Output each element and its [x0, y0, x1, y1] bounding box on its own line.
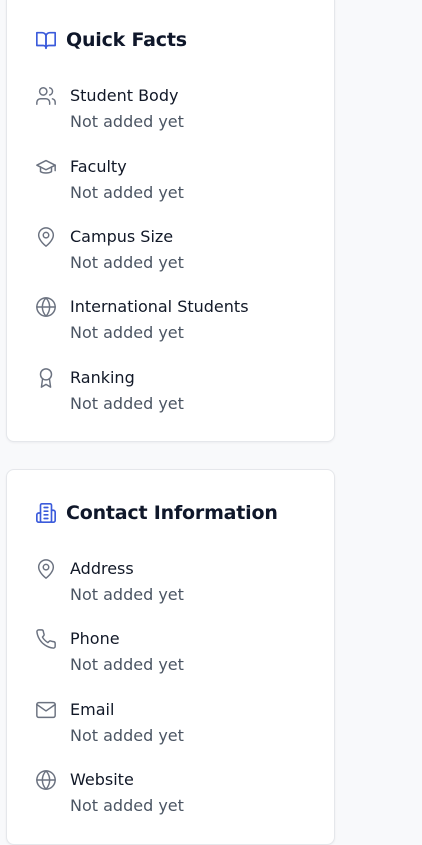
contact-label: Phone — [70, 629, 120, 648]
contact-information-title: Contact Information — [66, 502, 278, 524]
contact-label: Website — [70, 770, 134, 789]
quick-facts-card: Quick Facts Student Body Not added yet F… — [6, 0, 335, 442]
contact-information-header: Contact Information — [35, 498, 278, 528]
map-pin-icon — [35, 558, 57, 580]
contact-email: Email Not added yet — [35, 699, 325, 749]
fact-label: Ranking — [70, 368, 135, 387]
award-icon — [35, 367, 57, 389]
contact-phone: Phone Not added yet — [35, 628, 325, 678]
fact-label: Campus Size — [70, 227, 174, 246]
fact-label: International Students — [70, 297, 249, 316]
contact-value: Not added yet — [70, 655, 184, 674]
map-pin-icon — [35, 226, 57, 248]
fact-value: Not added yet — [70, 183, 184, 202]
fact-label: Student Body — [70, 86, 179, 105]
contact-label: Address — [70, 559, 134, 578]
fact-value: Not added yet — [70, 253, 184, 272]
contact-value: Not added yet — [70, 585, 184, 604]
phone-icon — [35, 628, 57, 650]
quick-facts-title: Quick Facts — [66, 29, 187, 51]
users-icon — [35, 85, 57, 107]
fact-student-body: Student Body Not added yet — [35, 85, 325, 135]
contact-address: Address Not added yet — [35, 558, 325, 608]
contact-information-card: Contact Information Address Not added ye… — [6, 469, 335, 845]
book-open-icon — [35, 29, 57, 51]
contact-label: Email — [70, 700, 115, 719]
fact-campus-size: Campus Size Not added yet — [35, 226, 325, 276]
fact-value: Not added yet — [70, 112, 184, 131]
contact-website: Website Not added yet — [35, 769, 325, 819]
fact-value: Not added yet — [70, 394, 184, 413]
contact-value: Not added yet — [70, 796, 184, 815]
fact-faculty: Faculty Not added yet — [35, 156, 325, 206]
fact-value: Not added yet — [70, 323, 184, 342]
graduation-cap-icon — [35, 156, 57, 178]
globe-icon — [35, 769, 57, 791]
fact-label: Faculty — [70, 157, 127, 176]
mail-icon — [35, 699, 57, 721]
building-icon — [35, 502, 57, 524]
globe-icon — [35, 296, 57, 318]
fact-ranking: Ranking Not added yet — [35, 367, 325, 417]
fact-international-students: International Students Not added yet — [35, 296, 325, 346]
quick-facts-header: Quick Facts — [35, 25, 187, 55]
contact-value: Not added yet — [70, 726, 184, 745]
